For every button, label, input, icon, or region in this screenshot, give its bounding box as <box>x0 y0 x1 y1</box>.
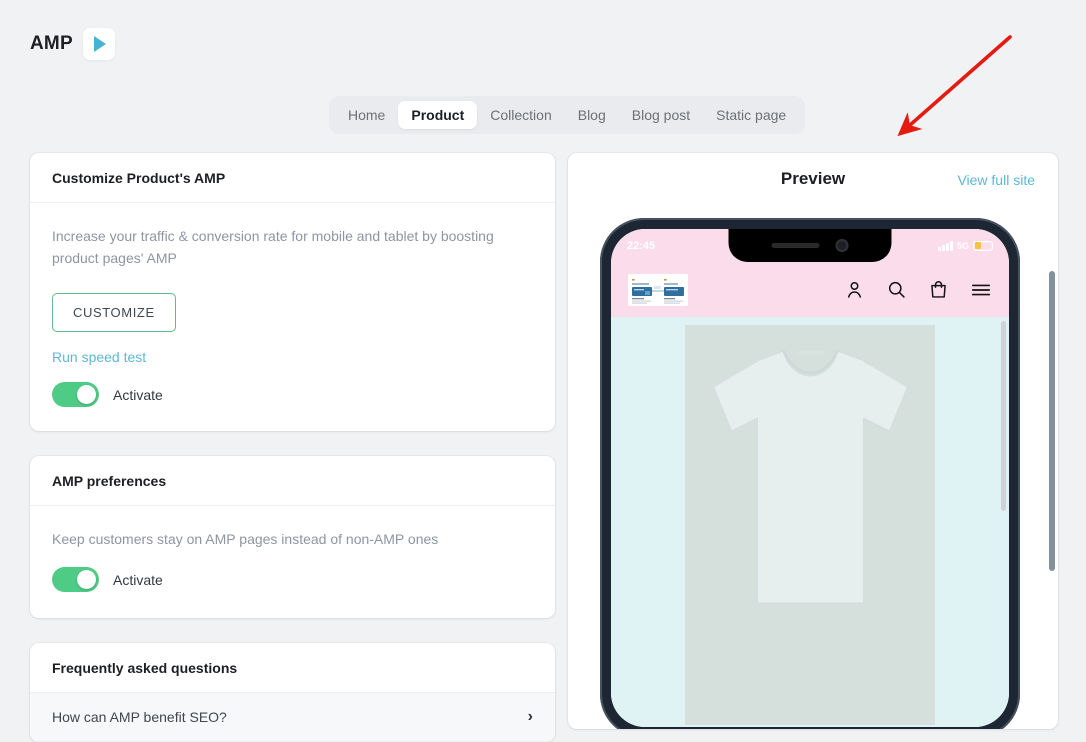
preferences-activate-toggle[interactable] <box>52 567 99 592</box>
view-full-site-link[interactable]: View full site <box>957 172 1035 188</box>
preferences-card-title: AMP preferences <box>30 456 555 506</box>
customize-card-body: Increase your traffic & conversion rate … <box>30 203 555 431</box>
phone-screen[interactable]: 22:45 5G Ban…251 <box>611 229 1009 727</box>
faq-question: How can AMP benefit SEO? <box>52 709 227 725</box>
settings-column: Customize Product's AMP Increase your tr… <box>30 153 555 742</box>
customize-activate-label: Activate <box>113 386 163 403</box>
customize-button[interactable]: CUSTOMIZE <box>52 293 176 332</box>
faq-card: Frequently asked questions How can AMP b… <box>30 643 555 742</box>
search-icon[interactable] <box>886 279 907 300</box>
store-page-content <box>611 317 1009 727</box>
preferences-activate-label: Activate <box>113 571 163 588</box>
faq-item[interactable]: How can AMP benefit SEO? › <box>30 693 555 742</box>
play-triangle-icon <box>82 28 115 60</box>
run-speed-test-link[interactable]: Run speed test <box>52 349 533 365</box>
hamburger-menu-icon[interactable] <box>970 279 992 301</box>
tab-product[interactable]: Product <box>398 101 478 129</box>
tab-blog-post[interactable]: Blog post <box>619 101 703 129</box>
product-image[interactable] <box>685 325 935 725</box>
customize-activate-toggle[interactable] <box>52 382 99 407</box>
front-camera-icon <box>835 239 849 252</box>
app-brand: AMP <box>30 28 115 60</box>
earpiece-speaker-icon <box>771 243 820 248</box>
preferences-description: Keep customers stay on AMP pages instead… <box>52 531 439 547</box>
preferences-activate-row: Activate <box>52 567 533 592</box>
phone-notch <box>728 229 892 262</box>
preview-panel-scrollbar[interactable] <box>1049 271 1055 571</box>
chevron-right-icon: › <box>527 708 533 725</box>
preview-header: Preview View full site <box>568 153 1058 211</box>
shopping-bag-icon[interactable] <box>928 279 949 300</box>
preview-column: Preview View full site 22:45 5G <box>568 153 1058 729</box>
preview-card: Preview View full site 22:45 5G <box>568 153 1058 729</box>
tabs-group: Home Product Collection Blog Blog post Static… <box>329 96 806 134</box>
phone-mockup: 22:45 5G Ban…251 <box>600 218 1020 729</box>
preferences-card-body: Keep customers stay on AMP pages instead… <box>30 506 555 618</box>
faq-list: How can AMP benefit SEO? › <box>30 693 555 742</box>
top-bar: AMP <box>0 0 1086 86</box>
tab-home[interactable]: Home <box>335 101 398 129</box>
amp-preferences-card: AMP preferences Keep customers stay on A… <box>30 456 555 618</box>
customize-description: Increase your traffic & conversion rate … <box>52 228 494 266</box>
toggle-knob <box>77 570 96 589</box>
faq-card-title: Frequently asked questions <box>30 643 555 693</box>
site-logo-thumbnail[interactable] <box>628 273 688 306</box>
account-icon[interactable] <box>844 279 865 300</box>
tab-collection[interactable]: Collection <box>477 101 564 129</box>
page-type-tabs: Home Product Collection Blog Blog post Static… <box>329 96 806 134</box>
customize-amp-card: Customize Product's AMP Increase your tr… <box>30 153 555 431</box>
toggle-knob <box>77 385 96 404</box>
customize-card-title: Customize Product's AMP <box>30 153 555 203</box>
customize-activate-row: Activate <box>52 382 533 407</box>
tab-static-page[interactable]: Static page <box>703 101 799 129</box>
store-nav-icons <box>844 279 992 301</box>
tab-blog[interactable]: Blog <box>565 101 619 129</box>
brand-name: AMP <box>30 33 73 54</box>
store-header-bar <box>611 262 1009 317</box>
phone-inner-scrollbar[interactable] <box>1001 321 1006 511</box>
